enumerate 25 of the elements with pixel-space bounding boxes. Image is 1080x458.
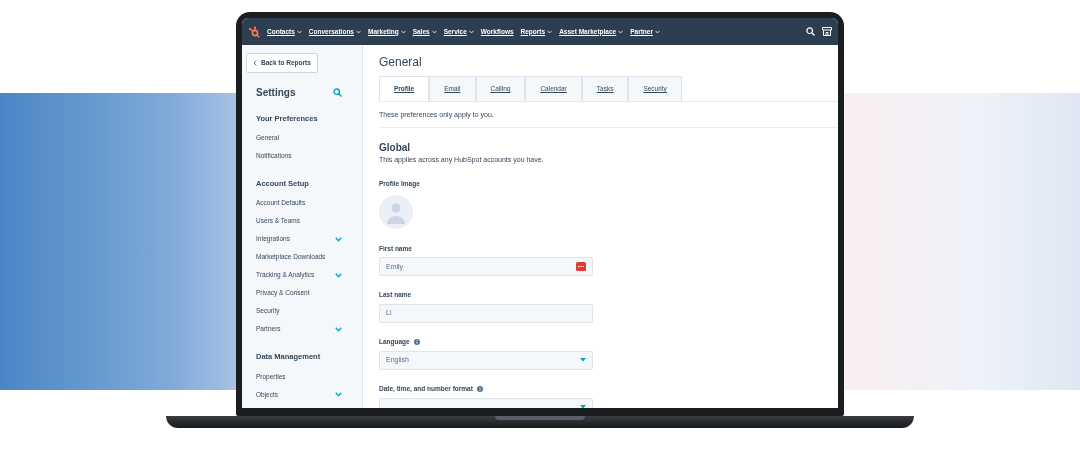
chevron-down-icon[interactable]: [335, 272, 342, 278]
chevron-down-icon[interactable]: [335, 236, 342, 242]
chevron-left-icon: [253, 59, 257, 66]
search-icon[interactable]: [806, 27, 815, 36]
chevron-down-icon[interactable]: [335, 392, 342, 397]
chevron-down-icon[interactable]: [335, 326, 342, 332]
caret-icon: [400, 29, 406, 34]
storefront-icon[interactable]: [822, 27, 832, 36]
caret-down-icon: [580, 405, 586, 408]
info-icon: [413, 338, 420, 345]
caret-icon: [355, 29, 361, 34]
avatar-icon: [379, 194, 413, 229]
section-title: Global: [379, 141, 412, 156]
caret-icon: [468, 29, 474, 34]
caret-icon: [296, 29, 302, 34]
info-icon: [476, 385, 483, 392]
sidebar-title: Settings: [256, 85, 296, 100]
caret-icon: [655, 29, 660, 34]
caret-icon: [431, 29, 437, 34]
key-icon: [576, 262, 586, 272]
caret-icon: [618, 29, 624, 34]
sprocket-logo-icon[interactable]: [248, 25, 260, 38]
page-title: General: [379, 54, 423, 71]
caret-icon: [547, 29, 553, 34]
caret-down-icon: [580, 358, 586, 363]
